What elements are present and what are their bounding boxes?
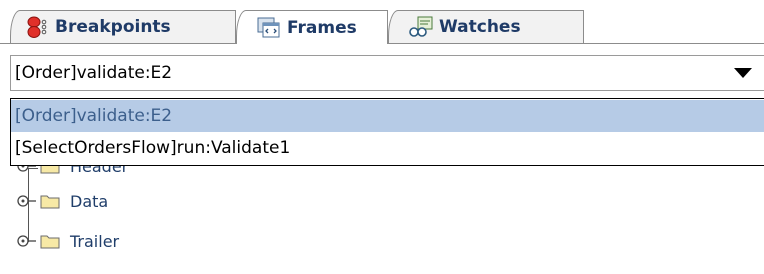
frames-icon: [257, 16, 281, 40]
tree-item-label: Data: [70, 191, 109, 211]
dropdown-option[interactable]: [Order]validate:E2: [11, 100, 764, 132]
folder-icon: [40, 233, 60, 249]
tree-item-label: Trailer: [70, 231, 120, 251]
tab-breakpoints[interactable]: Breakpoints: [10, 10, 236, 43]
tab-frames-label: Frames: [287, 17, 357, 38]
dropdown-option[interactable]: [SelectOrdersFlow]run:Validate1: [11, 132, 764, 164]
tab-strip: Breakpoints Frames Watches: [0, 0, 764, 44]
frame-select-value: [Order]validate:E2: [15, 63, 173, 83]
watches-icon: [409, 15, 433, 39]
folder-icon: [40, 193, 60, 209]
tab-frames[interactable]: Frames: [236, 10, 388, 44]
tree-item-trailer[interactable]: Trailer: [16, 228, 119, 254]
tab-breakpoints-label: Breakpoints: [55, 17, 171, 37]
frame-select-dropdown: [Order]validate:E2 [SelectOrdersFlow]run…: [10, 98, 764, 166]
breakpoints-icon: [25, 15, 49, 39]
expand-icon[interactable]: [16, 191, 40, 211]
tab-watches[interactable]: Watches: [388, 10, 584, 43]
tab-watches-label: Watches: [439, 17, 521, 37]
frame-select[interactable]: [Order]validate:E2: [10, 55, 764, 91]
expand-icon[interactable]: [16, 231, 40, 251]
tree-item-data[interactable]: Data: [16, 188, 108, 214]
dropdown-arrow-icon[interactable]: [734, 68, 752, 78]
